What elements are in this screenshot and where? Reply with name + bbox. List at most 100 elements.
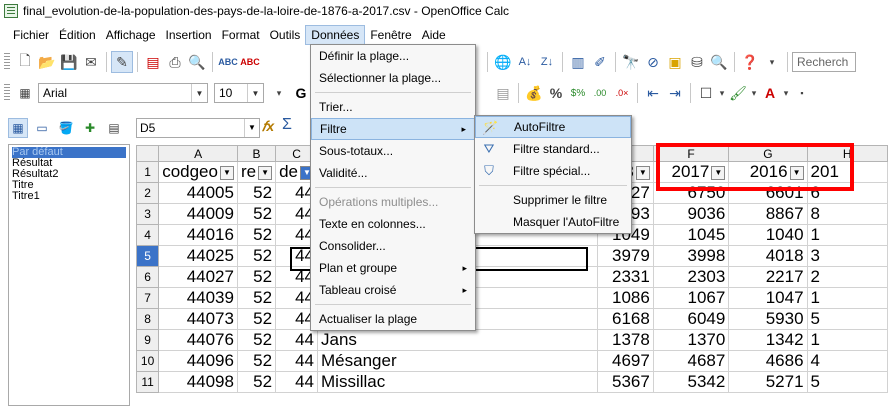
cell-value[interactable]: 1 — [806, 329, 888, 351]
row-header[interactable]: 4 — [136, 224, 160, 246]
menu-item-supprimer-le-filtre[interactable]: Supprimer le filtre — [475, 189, 631, 211]
dropdown-arrow-icon[interactable]: ▾ — [781, 82, 791, 104]
cell-value[interactable]: 3 — [806, 245, 888, 267]
cell-2016[interactable]: 1040 — [728, 224, 808, 246]
cell-2017[interactable]: 6049 — [652, 308, 730, 330]
function-wizard-icon[interactable]: 𝑓x — [262, 118, 274, 135]
header-cell[interactable]: codgeo ▼ — [158, 161, 238, 183]
cell-reg[interactable]: 52 — [236, 224, 277, 246]
datasources-icon[interactable]: ⛁ — [686, 51, 708, 73]
menu-item-consolider[interactable]: Consolider... — [311, 235, 475, 257]
row-header[interactable]: 2 — [136, 182, 160, 204]
cell-2017[interactable]: 5342 — [652, 371, 730, 393]
cell-codgeo[interactable]: 44076 — [158, 329, 238, 351]
cell-libelle[interactable]: Missillac — [317, 371, 598, 393]
row-header[interactable]: 6 — [136, 266, 160, 288]
cell-reg[interactable]: 52 — [236, 182, 277, 204]
print-icon[interactable]: ⎙ — [164, 51, 186, 73]
cell-value[interactable]: 5367 — [596, 371, 654, 393]
cell-codgeo[interactable]: 44009 — [158, 203, 238, 225]
dropdown-arrow-icon[interactable]: ▾ — [717, 82, 727, 104]
menu-item-filtre-standard[interactable]: ⛛ Filtre standard... — [475, 138, 631, 160]
search-input[interactable]: Recherch — [792, 52, 856, 72]
cell-libelle[interactable]: Mésanger — [317, 350, 598, 372]
gallery-icon[interactable]: ▣ — [664, 51, 686, 73]
new-document-icon[interactable]: 🗋 — [14, 51, 36, 73]
cell-reg[interactable]: 52 — [236, 203, 277, 225]
cell-codgeo[interactable]: 44025 — [158, 245, 238, 267]
cell-value[interactable]: 2 — [806, 266, 888, 288]
export-pdf-icon[interactable]: ▤ — [142, 51, 164, 73]
cell-codgeo[interactable]: 44016 — [158, 224, 238, 246]
cell-value[interactable]: 1 — [806, 287, 888, 309]
draw-icon[interactable]: ✐ — [589, 51, 611, 73]
help-icon[interactable]: ❓ — [739, 51, 761, 73]
header-cell[interactable]: re ▼ — [236, 161, 277, 183]
cell-value[interactable]: 1 — [806, 224, 888, 246]
font-size-combo[interactable]: 10 ▼ — [214, 83, 264, 103]
chevron-down-icon[interactable]: ▼ — [244, 119, 259, 137]
new-style-icon[interactable]: ✚ — [80, 118, 100, 138]
cell-reg[interactable]: 52 — [236, 350, 277, 372]
name-box[interactable]: D5 ▼ — [136, 118, 260, 138]
menu-affichage[interactable]: Affichage — [101, 25, 161, 45]
styles-formatting-icon[interactable]: ▦ — [14, 82, 36, 104]
font-name-combo[interactable]: Arial ▼ — [38, 83, 208, 103]
cell-2016[interactable]: 8867 — [728, 203, 808, 225]
menu-item-sélectionner-la-plage[interactable]: Sélectionner la plage... — [311, 67, 475, 89]
merge-cells-icon[interactable]: ▤ — [492, 82, 514, 104]
cell-dep[interactable]: 44 — [275, 371, 319, 393]
menu-format[interactable]: Format — [217, 25, 265, 45]
row-header[interactable]: 11 — [136, 371, 160, 393]
cell-2017[interactable]: 3998 — [652, 245, 730, 267]
delete-decimal-icon[interactable]: .0× — [611, 82, 633, 104]
cell-2016[interactable]: 4686 — [728, 350, 808, 372]
decrease-indent-icon[interactable]: ⇤ — [642, 82, 664, 104]
cell-2016[interactable]: 4018 — [728, 245, 808, 267]
sort-ascending-icon[interactable]: A↓ — [514, 51, 536, 73]
chart-icon[interactable]: ▥ — [567, 51, 589, 73]
autofilter-dropdown-button[interactable]: ▼ — [635, 165, 650, 180]
style-item[interactable]: Titre1 — [12, 191, 126, 202]
cell-value[interactable]: 8 — [806, 203, 888, 225]
menu-item-texte-en-colonnes[interactable]: Texte en colonnes... — [311, 213, 475, 235]
hyperlink-icon[interactable]: 🌐 — [492, 51, 514, 73]
menu-item-actualiser-la-plage[interactable]: Actualiser la plage — [311, 308, 475, 330]
spellcheck-icon[interactable]: ABC — [217, 51, 239, 73]
cell-styles-icon[interactable]: ▦ — [8, 118, 28, 138]
zoom-icon[interactable]: 🔍 — [708, 51, 730, 73]
fill-format-icon[interactable]: 🪣 — [56, 118, 76, 138]
row-header[interactable]: 3 — [136, 203, 160, 225]
dropdown-arrow-icon[interactable]: ▾ — [749, 82, 759, 104]
background-color-icon[interactable]: 🖌 — [727, 82, 749, 104]
page-styles-icon[interactable]: ▭ — [32, 118, 52, 138]
autofilter-dropdown-button[interactable]: ▼ — [258, 165, 273, 180]
menu-item-filtre-spécial[interactable]: ⛉ Filtre spécial... — [475, 160, 631, 182]
menu-fichier[interactable]: Fichier — [8, 25, 54, 45]
toolbar-more-icon[interactable]: ▪ — [791, 82, 813, 104]
cell-2017[interactable]: 1370 — [652, 329, 730, 351]
autofilter-dropdown-button[interactable]: ▼ — [219, 165, 234, 180]
toolbar-grip[interactable] — [4, 53, 10, 71]
cell-reg[interactable]: 52 — [236, 245, 277, 267]
menu-donnees[interactable]: Données — [305, 25, 366, 45]
cell-2017[interactable]: 4687 — [652, 350, 730, 372]
autospellcheck-icon[interactable]: ABC — [239, 51, 261, 73]
menu-fenetre[interactable]: Fenêtre — [365, 25, 416, 45]
cell-value[interactable]: 5 — [806, 308, 888, 330]
menu-aide[interactable]: Aide — [417, 25, 451, 45]
cell-value[interactable]: 6168 — [596, 308, 654, 330]
row-header[interactable]: 8 — [136, 308, 160, 330]
cell-value[interactable]: 2331 — [596, 266, 654, 288]
column-header-a[interactable]: A — [158, 145, 238, 162]
select-all-corner[interactable] — [136, 145, 160, 162]
cell-2017[interactable]: 9036 — [652, 203, 730, 225]
print-preview-icon[interactable]: 🔍 — [186, 51, 208, 73]
cell-value[interactable]: 5 — [806, 371, 888, 393]
cell-reg[interactable]: 52 — [236, 329, 277, 351]
dropdown-arrow-icon[interactable]: ▾ — [761, 51, 783, 73]
menu-item-sous-totaux[interactable]: Sous-totaux... — [311, 140, 475, 162]
chevron-down-icon[interactable]: ▼ — [191, 84, 207, 102]
cell-codgeo[interactable]: 44098 — [158, 371, 238, 393]
cell-value[interactable]: 1378 — [596, 329, 654, 351]
